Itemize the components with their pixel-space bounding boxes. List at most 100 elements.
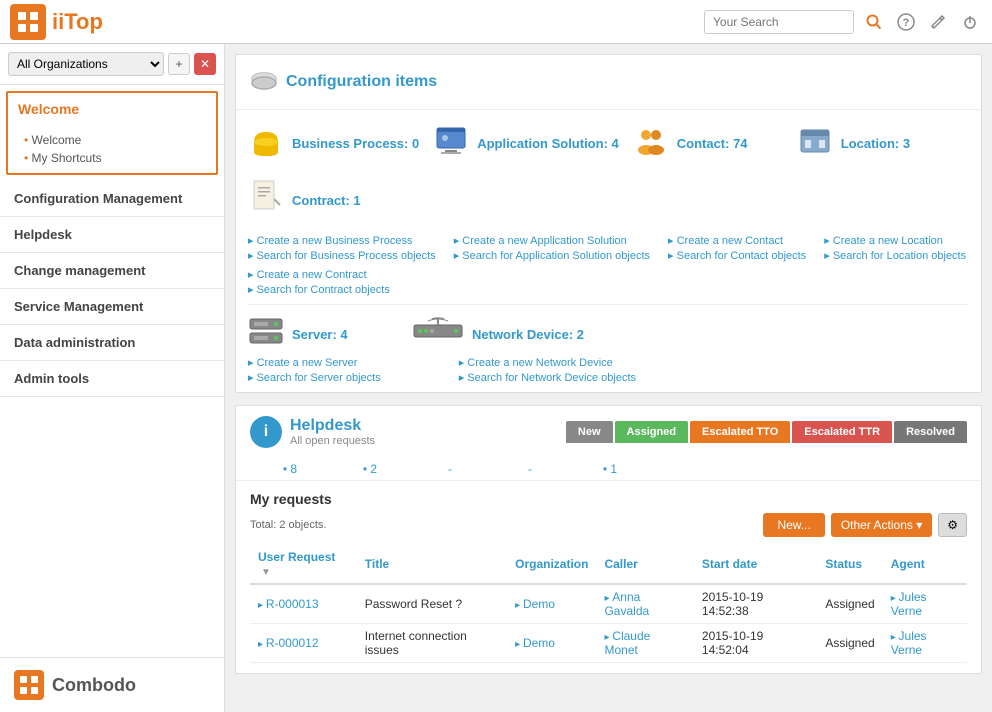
edit-icon[interactable] <box>926 10 950 34</box>
config-item-business-process: Business Process: 0 <box>248 122 419 165</box>
welcome-header[interactable]: Welcome <box>8 93 216 125</box>
cell-agent: Jules Verne <box>883 624 967 663</box>
col-start-date[interactable]: Start date <box>694 545 817 584</box>
footer-logo-icon <box>14 670 44 700</box>
contract-label: Contract: 1 <box>292 193 361 208</box>
config-item-network-device: Network Device: 2 <box>412 317 584 352</box>
agent-link[interactable]: Jules Verne <box>891 629 927 657</box>
sidebar-item-change-management[interactable]: Change management <box>0 253 224 289</box>
sidebar: All Organizations + ✕ Welcome Welcome My… <box>0 44 225 712</box>
link-new-application-solution[interactable]: Create a new Application Solution <box>454 234 650 247</box>
config-item-server: Server: 4 <box>248 317 398 352</box>
cell-title: Password Reset ? <box>357 584 507 624</box>
link-new-contract[interactable]: Create a new Contract <box>248 268 390 281</box>
org-selector: All Organizations + ✕ <box>0 44 224 85</box>
config-items-links-row2: Create a new Server Search for Server ob… <box>236 356 981 392</box>
link-search-contact[interactable]: Search for Contact objects <box>668 249 806 262</box>
stat-assigned: • 2 <box>330 462 410 476</box>
helpdesk-subtitle: All open requests <box>290 435 375 447</box>
col-user-request[interactable]: User Request ▼ <box>250 545 357 584</box>
requests-actions: New... Other Actions ▾ ⚙ <box>763 513 967 537</box>
col-agent[interactable]: Agent <box>883 545 967 584</box>
helpdesk-tabs: New Assigned Escalated TTO Escalated TTR… <box>566 421 967 443</box>
tab-new[interactable]: New <box>566 421 613 443</box>
search-icon[interactable] <box>862 10 886 34</box>
tab-escalated-tto[interactable]: Escalated TTO <box>690 421 790 443</box>
table-row: R-000013 Password Reset ? Demo Anna Gava… <box>250 584 967 624</box>
logo-icon <box>10 4 46 40</box>
agent-link[interactable]: Jules Verne <box>891 590 927 618</box>
link-search-server[interactable]: Search for Server objects <box>248 371 381 384</box>
application-solution-icon <box>433 122 469 165</box>
link-new-network-device[interactable]: Create a new Network Device <box>459 356 636 369</box>
sidebar-footer: Combodo <box>0 657 224 712</box>
welcome-links: Welcome My Shortcuts <box>8 125 216 173</box>
caller-link[interactable]: Claude Monet <box>604 629 650 657</box>
link-search-network-device[interactable]: Search for Network Device objects <box>459 371 636 384</box>
main-content: Configuration items Business Process: 0 <box>225 44 992 712</box>
sidebar-item-configuration-management[interactable]: Configuration Management <box>0 181 224 217</box>
tab-escalated-ttr[interactable]: Escalated TTR <box>792 421 892 443</box>
config-item-contract: Contract: 1 <box>248 179 398 222</box>
settings-button[interactable]: ⚙ <box>938 513 967 537</box>
org-select-dropdown[interactable]: All Organizations <box>8 52 164 76</box>
welcome-link-shortcuts[interactable]: My Shortcuts <box>24 149 200 167</box>
power-icon[interactable] <box>958 10 982 34</box>
link-search-contract[interactable]: Search for Contract objects <box>248 283 390 296</box>
link-new-server[interactable]: Create a new Server <box>248 356 381 369</box>
org-add-button[interactable]: + <box>168 53 190 75</box>
cell-start-date: 2015-10-19 14:52:38 <box>694 584 817 624</box>
svg-text:?: ? <box>903 17 910 29</box>
welcome-section: Welcome Welcome My Shortcuts <box>6 91 218 175</box>
col-title[interactable]: Title <box>357 545 507 584</box>
config-items-grid-row2: Server: 4 <box>236 305 981 356</box>
link-search-business-process[interactable]: Search for Business Process objects <box>248 249 436 262</box>
location-icon <box>797 122 833 165</box>
col-status[interactable]: Status <box>817 545 882 584</box>
sidebar-item-helpdesk[interactable]: Helpdesk <box>0 217 224 253</box>
location-label: Location: 3 <box>841 136 910 151</box>
stat-esc-tto: - <box>410 462 490 476</box>
tab-assigned[interactable]: Assigned <box>615 421 689 443</box>
welcome-link-welcome[interactable]: Welcome <box>24 131 200 149</box>
col-organization[interactable]: Organization <box>507 545 596 584</box>
col-caller[interactable]: Caller <box>596 545 693 584</box>
requests-meta: Total: 2 objects. New... Other Actions ▾… <box>250 513 967 537</box>
stat-new: • 8 <box>250 462 330 476</box>
config-item-application-solution: Application Solution: 4 <box>433 122 619 165</box>
requests-title: My requests <box>250 491 967 507</box>
config-item-contact: Contact: 74 <box>633 122 783 165</box>
config-items-header: Configuration items <box>236 55 981 110</box>
config-items-icon <box>250 65 278 99</box>
link-new-contact[interactable]: Create a new Contact <box>668 234 806 247</box>
request-rows: R-000013 Password Reset ? Demo Anna Gava… <box>250 584 967 663</box>
sidebar-item-data-administration[interactable]: Data administration <box>0 325 224 361</box>
link-search-application-solution[interactable]: Search for Application Solution objects <box>454 249 650 262</box>
topbar-right: ? <box>704 10 982 34</box>
caller-link[interactable]: Anna Gavalda <box>604 590 649 618</box>
new-request-button[interactable]: New... <box>763 513 824 537</box>
cell-status: Assigned <box>817 584 882 624</box>
search-input[interactable] <box>704 10 854 34</box>
sidebar-item-admin-tools[interactable]: Admin tools <box>0 361 224 397</box>
org-link[interactable]: Demo <box>515 597 555 611</box>
link-new-location[interactable]: Create a new Location <box>824 234 966 247</box>
sidebar-item-service-management[interactable]: Service Management <box>0 289 224 325</box>
cell-start-date: 2015-10-19 14:52:04 <box>694 624 817 663</box>
other-actions-button[interactable]: Other Actions ▾ <box>831 513 932 537</box>
network-device-icon <box>412 317 464 352</box>
request-id-link[interactable]: R-000012 <box>258 636 319 650</box>
link-search-location[interactable]: Search for Location objects <box>824 249 966 262</box>
tab-resolved[interactable]: Resolved <box>894 421 967 443</box>
request-id-link[interactable]: R-000013 <box>258 597 319 611</box>
link-new-business-process[interactable]: Create a new Business Process <box>248 234 436 247</box>
helpdesk-stats: • 8 • 2 - - • 1 <box>236 458 981 481</box>
contact-label: Contact: 74 <box>677 136 748 151</box>
stat-esc-ttr: - <box>490 462 570 476</box>
org-link[interactable]: Demo <box>515 636 555 650</box>
cell-organization: Demo <box>507 584 596 624</box>
cell-agent: Jules Verne <box>883 584 967 624</box>
config-items-grid: Business Process: 0 <box>236 110 981 234</box>
org-remove-button[interactable]: ✕ <box>194 53 216 75</box>
help-icon[interactable]: ? <box>894 10 918 34</box>
